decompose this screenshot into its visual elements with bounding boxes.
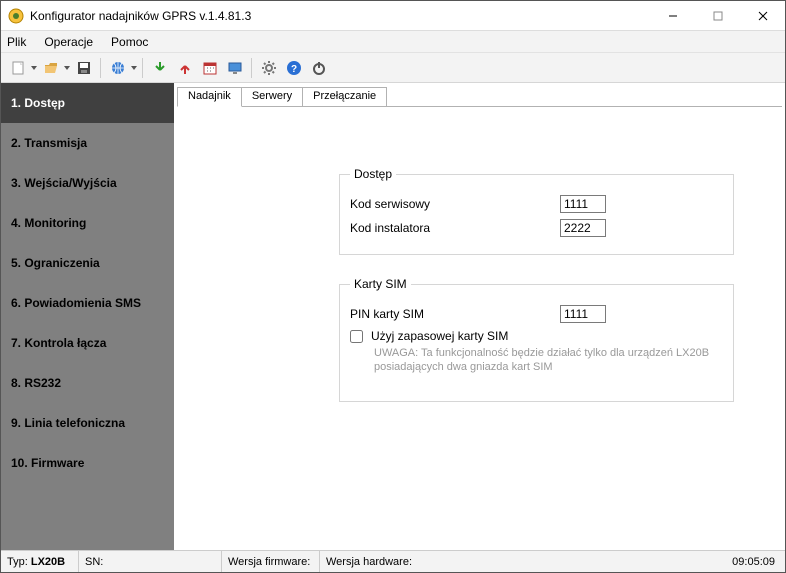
fieldset-karty-sim: Karty SIM PIN karty SIM Użyj zapasowej k…: [339, 277, 734, 402]
label-zapasowa-sim: Użyj zapasowej karty SIM: [371, 329, 508, 343]
status-firmware: Wersja firmware:: [222, 551, 320, 572]
status-hardware: Wersja hardware:: [320, 551, 722, 572]
legend-dostep: Dostęp: [350, 167, 396, 181]
sidebar-item-firmware[interactable]: 10. Firmware: [1, 443, 174, 483]
power-icon[interactable]: [307, 56, 330, 79]
globe-icon[interactable]: [106, 56, 129, 79]
legend-karty-sim: Karty SIM: [350, 277, 411, 291]
sidebar-item-monitoring[interactable]: 4. Monitoring: [1, 203, 174, 243]
input-kod-serwisowy[interactable]: [560, 195, 606, 213]
status-type: Typ: LX20B: [1, 551, 79, 572]
maximize-button[interactable]: [695, 1, 740, 30]
tab-nadajnik[interactable]: Nadajnik: [177, 87, 242, 107]
sidebar-item-dostep[interactable]: 1. Dostęp: [1, 83, 174, 123]
sidebar-item-linia-telefoniczna[interactable]: 9. Linia telefoniczna: [1, 403, 174, 443]
monitor-icon[interactable]: [223, 56, 246, 79]
sidebar: 1. Dostęp 2. Transmisja 3. Wejścia/Wyjśc…: [1, 83, 174, 550]
minimize-button[interactable]: [650, 1, 695, 30]
main-area: 1. Dostęp 2. Transmisja 3. Wejścia/Wyjśc…: [1, 83, 785, 550]
new-icon[interactable]: [6, 56, 29, 79]
menu-operacje[interactable]: Operacje: [44, 35, 93, 49]
sidebar-item-kontrola-lacza[interactable]: 7. Kontrola łącza: [1, 323, 174, 363]
help-icon[interactable]: ?: [282, 56, 305, 79]
window-title: Konfigurator nadajników GPRS v.1.4.81.3: [30, 9, 650, 23]
app-icon: [8, 8, 24, 24]
sidebar-item-rs232[interactable]: 8. RS232: [1, 363, 174, 403]
sidebar-item-wejscia-wyjscia[interactable]: 3. Wejścia/Wyjścia: [1, 163, 174, 203]
sidebar-item-transmisja[interactable]: 2. Transmisja: [1, 123, 174, 163]
status-sn: SN:: [79, 551, 222, 572]
label-kod-instalatora: Kod instalatora: [350, 221, 560, 235]
save-icon[interactable]: [72, 56, 95, 79]
calendar-icon[interactable]: [198, 56, 221, 79]
tabbar: Nadajnik Serwery Przełączanie: [177, 87, 386, 107]
label-pin-karty-sim: PIN karty SIM: [350, 307, 560, 321]
tab-panel-nadajnik: Dostęp Kod serwisowy Kod instalatora Kar…: [177, 106, 782, 550]
close-button[interactable]: [740, 1, 785, 30]
menu-plik[interactable]: Plik: [7, 35, 26, 49]
sidebar-item-ograniczenia[interactable]: 5. Ograniczenia: [1, 243, 174, 283]
open-dropdown[interactable]: [63, 56, 71, 79]
status-clock: 09:05:09: [722, 556, 785, 568]
svg-text:?: ?: [290, 64, 296, 75]
download-icon[interactable]: [148, 56, 171, 79]
upload-icon[interactable]: [173, 56, 196, 79]
menu-pomoc[interactable]: Pomoc: [111, 35, 148, 49]
label-kod-serwisowy: Kod serwisowy: [350, 197, 560, 211]
checkbox-zapasowa-sim[interactable]: [350, 330, 363, 343]
sidebar-item-powiadomienia-sms[interactable]: 6. Powiadomienia SMS: [1, 283, 174, 323]
tab-przelaczanie[interactable]: Przełączanie: [302, 87, 387, 107]
new-dropdown[interactable]: [30, 56, 38, 79]
tab-serwery[interactable]: Serwery: [241, 87, 303, 107]
input-kod-instalatora[interactable]: [560, 219, 606, 237]
globe-dropdown[interactable]: [130, 56, 138, 79]
toolbar: ?: [1, 53, 785, 83]
note-zapasowa-sim: UWAGA: Ta funkcjonalność będzie działać …: [374, 346, 714, 375]
gear-icon[interactable]: [257, 56, 280, 79]
titlebar: Konfigurator nadajników GPRS v.1.4.81.3: [1, 1, 785, 31]
input-pin-karty-sim[interactable]: [560, 305, 606, 323]
fieldset-dostep: Dostęp Kod serwisowy Kod instalatora: [339, 167, 734, 255]
statusbar: Typ: LX20B SN: Wersja firmware: Wersja h…: [1, 550, 785, 572]
content: Nadajnik Serwery Przełączanie Dostęp Kod…: [174, 83, 785, 550]
open-icon[interactable]: [39, 56, 62, 79]
menubar: Plik Operacje Pomoc: [1, 31, 785, 53]
